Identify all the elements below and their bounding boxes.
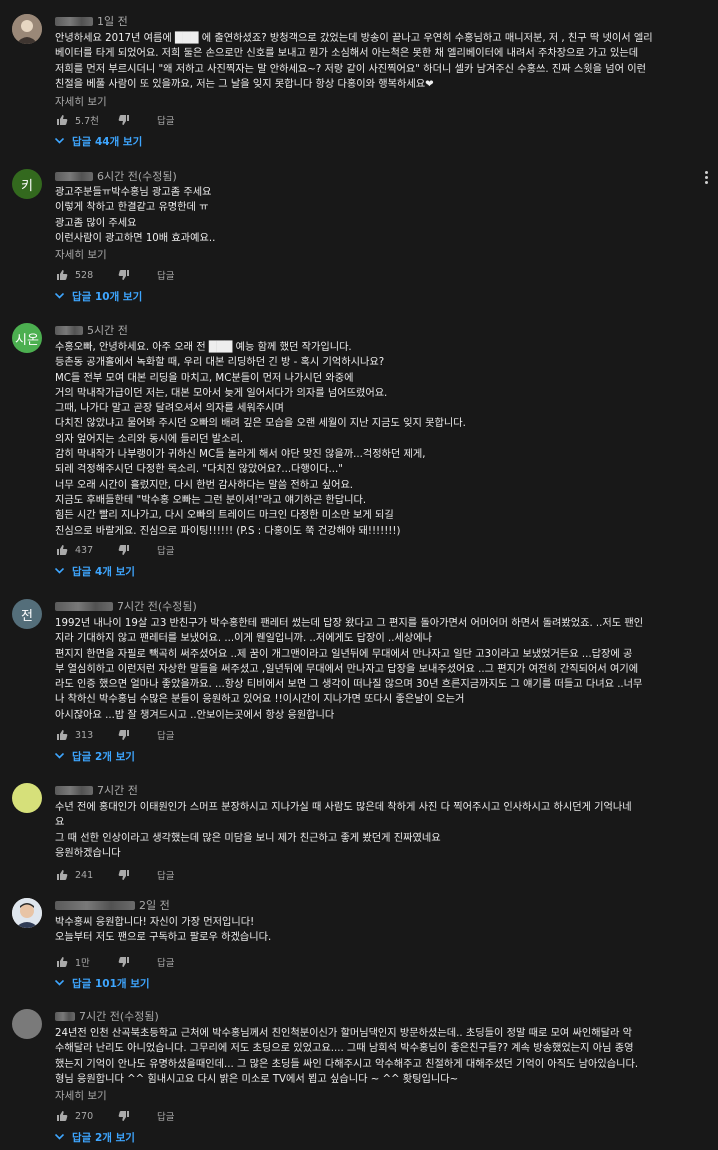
author-name[interactable] xyxy=(55,900,135,910)
avatar[interactable] xyxy=(12,898,42,928)
comment-header: 2일 전 xyxy=(55,898,170,912)
dislike-icon[interactable] xyxy=(117,728,131,742)
avatar[interactable] xyxy=(12,783,42,813)
chevron-down-icon xyxy=(54,565,65,577)
avatar[interactable] xyxy=(12,14,42,44)
like-count: 241 xyxy=(75,869,94,881)
view-replies-label: 답글 44개 보기 xyxy=(72,135,143,148)
comment-text: 1992년 내나이 19살 고3 반친구가 박수홍한테 팬레터 썼는데 답장 왔… xyxy=(55,618,644,721)
like-count: 270 xyxy=(75,1110,94,1122)
comment-time[interactable]: 7시간 전(수정됨) xyxy=(117,598,197,614)
view-replies-button[interactable]: 답글 101개 보기 xyxy=(54,976,150,990)
comment-time[interactable]: 7시간 전 xyxy=(97,782,138,798)
view-replies-label: 답글 2개 보기 xyxy=(72,750,135,763)
view-replies-label: 답글 101개 보기 xyxy=(72,977,150,990)
comment-header: 7시간 전(수정됨) xyxy=(55,1009,159,1023)
like-icon[interactable] xyxy=(55,543,69,557)
like-icon[interactable] xyxy=(55,728,69,742)
author-name[interactable] xyxy=(55,16,93,26)
comment-time[interactable]: 7시간 전(수정됨) xyxy=(79,1008,159,1024)
like-icon[interactable] xyxy=(55,1109,69,1123)
comment-actions: 5.7천 답글 xyxy=(55,112,174,128)
dislike-icon[interactable] xyxy=(117,543,131,557)
comment-text: 박수홍씨 응원합니다! 자신이 가장 먼저입니다! 오늘부터 저도 팬으로 구독… xyxy=(55,917,272,944)
view-replies-button[interactable]: 답글 10개 보기 xyxy=(54,289,143,303)
dislike-icon[interactable] xyxy=(117,113,131,127)
view-replies-label: 답글 4개 보기 xyxy=(72,565,135,578)
comment-text: 수홍오빠, 안녕하세요. 아주 오래 전 ███ 예능 함께 했던 작가입니다.… xyxy=(55,342,466,537)
chevron-down-icon xyxy=(54,290,65,302)
view-replies-button[interactable]: 답글 2개 보기 xyxy=(54,1130,135,1144)
read-more-link[interactable]: 자세히 보기 xyxy=(55,247,107,262)
author-name[interactable] xyxy=(55,325,83,335)
dislike-icon[interactable] xyxy=(117,955,131,969)
author-name[interactable] xyxy=(55,1011,75,1021)
dislike-icon[interactable] xyxy=(117,1109,131,1123)
more-options-icon[interactable] xyxy=(702,169,710,187)
reply-button[interactable]: 답글 xyxy=(157,268,174,282)
reply-button[interactable]: 답글 xyxy=(157,113,174,127)
avatar[interactable]: 전 xyxy=(12,599,42,629)
like-count: 1만 xyxy=(75,958,90,969)
like-icon[interactable] xyxy=(55,113,69,127)
avatar[interactable]: 키 xyxy=(12,169,42,199)
like-count: 313 xyxy=(75,729,94,741)
comment-header: 6시간 전(수정됨) xyxy=(55,169,177,183)
comment-text: 24년전 인천 산곡북초등학교 근처에 박수홍님께서 친인척분이신가 할머님댁인… xyxy=(55,1028,639,1085)
chevron-down-icon xyxy=(54,135,65,147)
view-replies-label: 답글 2개 보기 xyxy=(72,1131,135,1144)
comment-actions: 241 답글 xyxy=(55,867,174,883)
comment-text: 안녕하세요 2017년 여름에 ███ 에 출연하셨죠? 방청객으로 갔었는데 … xyxy=(55,33,653,90)
comment-actions: 528 답글 xyxy=(55,267,174,283)
view-replies-button[interactable]: 답글 44개 보기 xyxy=(54,134,143,148)
comment-header: 7시간 전 xyxy=(55,783,138,797)
avatar[interactable]: 시온 xyxy=(12,323,42,353)
comment-time[interactable]: 5시간 전 xyxy=(87,322,128,338)
reply-button[interactable]: 답글 xyxy=(157,543,174,557)
comment-text: 광고주분들ㅠ박수홍님 광고좀 주세요 이렇게 착하고 한결같고 유명한데 ㅠ 광… xyxy=(55,187,216,244)
like-count: 5.7천 xyxy=(75,116,99,127)
comment-actions: 313 답글 xyxy=(55,727,174,743)
reply-button[interactable]: 답글 xyxy=(157,955,174,969)
author-name[interactable] xyxy=(55,601,113,611)
comment-header: 5시간 전 xyxy=(55,323,128,337)
chevron-down-icon xyxy=(54,977,65,989)
comment-time[interactable]: 1일 전 xyxy=(97,13,128,29)
comment-text: 수년 전에 홍대인가 이태원인가 스머프 분장하시고 지나가실 때 사람도 많은… xyxy=(55,802,632,859)
chevron-down-icon xyxy=(54,1131,65,1143)
like-icon[interactable] xyxy=(55,955,69,969)
comment-time[interactable]: 2일 전 xyxy=(139,897,170,913)
view-replies-button[interactable]: 답글 2개 보기 xyxy=(54,749,135,763)
reply-button[interactable]: 답글 xyxy=(157,1109,174,1123)
comment-actions: 1만 답글 xyxy=(55,954,174,970)
like-icon[interactable] xyxy=(55,868,69,882)
author-name[interactable] xyxy=(55,171,93,181)
like-icon[interactable] xyxy=(55,268,69,282)
reply-button[interactable]: 답글 xyxy=(157,868,174,882)
view-replies-button[interactable]: 답글 4개 보기 xyxy=(54,564,135,578)
author-name[interactable] xyxy=(55,785,93,795)
comment-header: 7시간 전(수정됨) xyxy=(55,599,197,613)
dislike-icon[interactable] xyxy=(117,868,131,882)
dislike-icon[interactable] xyxy=(117,268,131,282)
read-more-link[interactable]: 자세히 보기 xyxy=(55,1088,107,1103)
comment-header: 1일 전 xyxy=(55,14,128,28)
avatar[interactable] xyxy=(12,1009,42,1039)
chevron-down-icon xyxy=(54,750,65,762)
like-count: 437 xyxy=(75,544,94,556)
read-more-link[interactable]: 자세히 보기 xyxy=(55,94,107,109)
comment-actions: 270 답글 xyxy=(55,1108,174,1124)
reply-button[interactable]: 답글 xyxy=(157,728,174,742)
view-replies-label: 답글 10개 보기 xyxy=(72,290,143,303)
comment-actions: 437 답글 xyxy=(55,542,174,558)
like-count: 528 xyxy=(75,269,94,281)
comment-time[interactable]: 6시간 전(수정됨) xyxy=(97,168,177,184)
